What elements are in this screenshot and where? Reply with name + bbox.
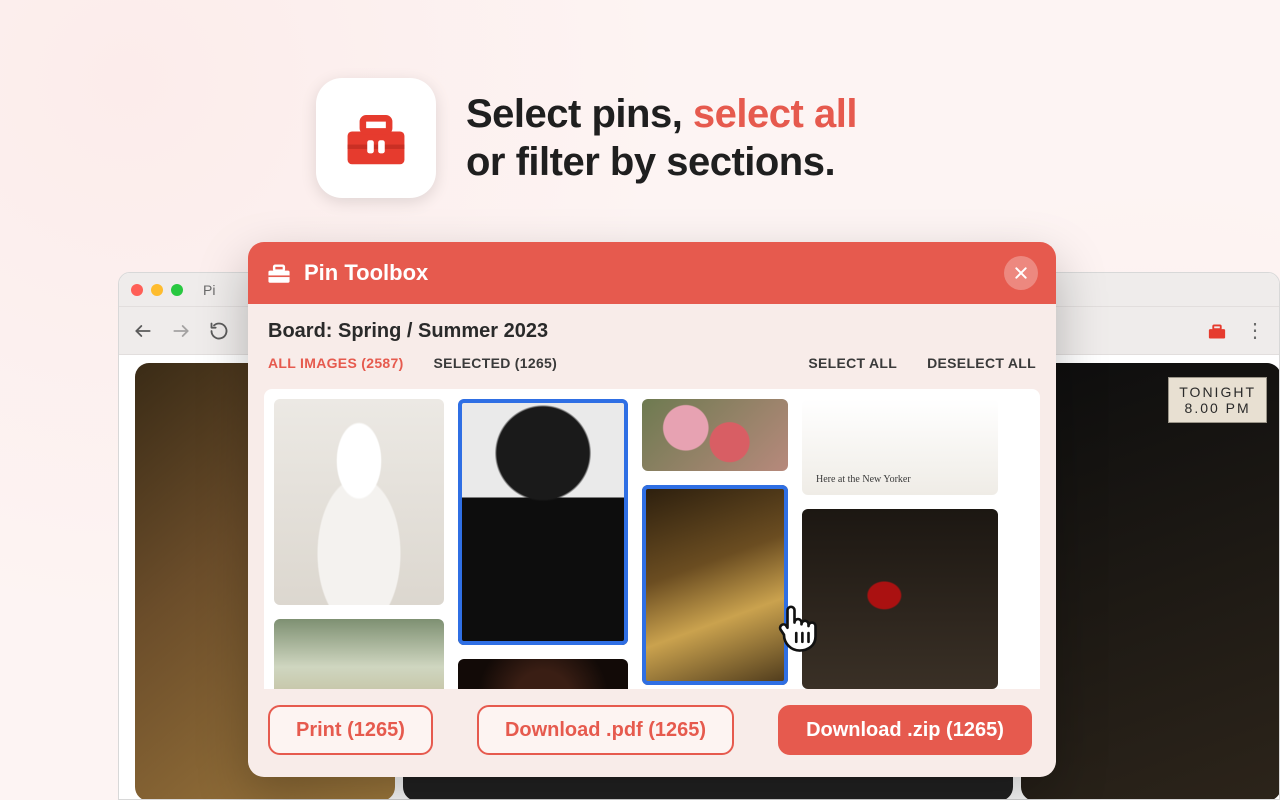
window-minimize-dot[interactable]	[151, 284, 163, 296]
panel-subheader: Board: Spring / Summer 2023 ALL IMAGES (…	[248, 304, 1056, 377]
filter-all-images[interactable]: ALL IMAGES (2587)	[268, 355, 404, 371]
panel-header: Pin Toolbox	[248, 242, 1056, 304]
promo-headline: Select pins, select all or filter by sec…	[466, 90, 857, 186]
browser-menu-icon[interactable]: ⋮	[1245, 321, 1265, 341]
app-icon-tile	[316, 78, 436, 198]
download-pdf-button[interactable]: Download .pdf (1265)	[477, 705, 734, 755]
filter-selected[interactable]: SELECTED (1265)	[434, 355, 558, 371]
pin-thumbnail[interactable]	[458, 659, 628, 689]
print-button[interactable]: Print (1265)	[268, 705, 433, 755]
deselect-all-link[interactable]: DESELECT ALL	[927, 355, 1036, 371]
pin-thumbnail[interactable]	[802, 399, 998, 495]
pin-thumbnail[interactable]	[642, 399, 788, 471]
toolbox-icon	[341, 103, 411, 173]
promo-line1a: Select pins,	[466, 92, 693, 136]
nav-back-icon[interactable]	[133, 321, 153, 341]
pin-thumbnail-selected[interactable]	[642, 485, 788, 685]
pin-thumbnail[interactable]	[274, 399, 444, 605]
filter-row: ALL IMAGES (2587) SELECTED (1265) SELECT…	[268, 355, 1036, 371]
nav-forward-icon[interactable]	[171, 321, 191, 341]
promo-header: Select pins, select all or filter by sec…	[316, 78, 857, 198]
window-close-dot[interactable]	[131, 284, 143, 296]
promo-line2: or filter by sections.	[466, 140, 835, 184]
window-zoom-dot[interactable]	[171, 284, 183, 296]
close-button[interactable]	[1004, 256, 1038, 290]
panel-title: Pin Toolbox	[304, 260, 428, 286]
thumbnail-grid	[264, 389, 1040, 689]
board-bg-tile	[1021, 363, 1280, 800]
action-bar: Print (1265) Download .pdf (1265) Downlo…	[248, 689, 1056, 777]
nav-reload-icon[interactable]	[209, 321, 229, 341]
pin-thumbnail-selected[interactable]	[458, 399, 628, 645]
pin-thumbnail[interactable]	[274, 619, 444, 689]
select-all-link[interactable]: SELECT ALL	[808, 355, 897, 371]
promo-line1b: select all	[693, 92, 857, 136]
board-name: Board: Spring / Summer 2023	[268, 320, 1036, 343]
toolbox-icon	[266, 260, 292, 286]
download-zip-button[interactable]: Download .zip (1265)	[778, 705, 1032, 755]
extension-toolbox-icon[interactable]	[1207, 321, 1227, 341]
close-icon	[1013, 265, 1029, 281]
pin-thumbnail[interactable]	[802, 509, 998, 689]
browser-tab-label[interactable]: Pi	[203, 282, 215, 298]
pin-toolbox-panel: Pin Toolbox Board: Spring / Summer 2023 …	[248, 242, 1056, 777]
